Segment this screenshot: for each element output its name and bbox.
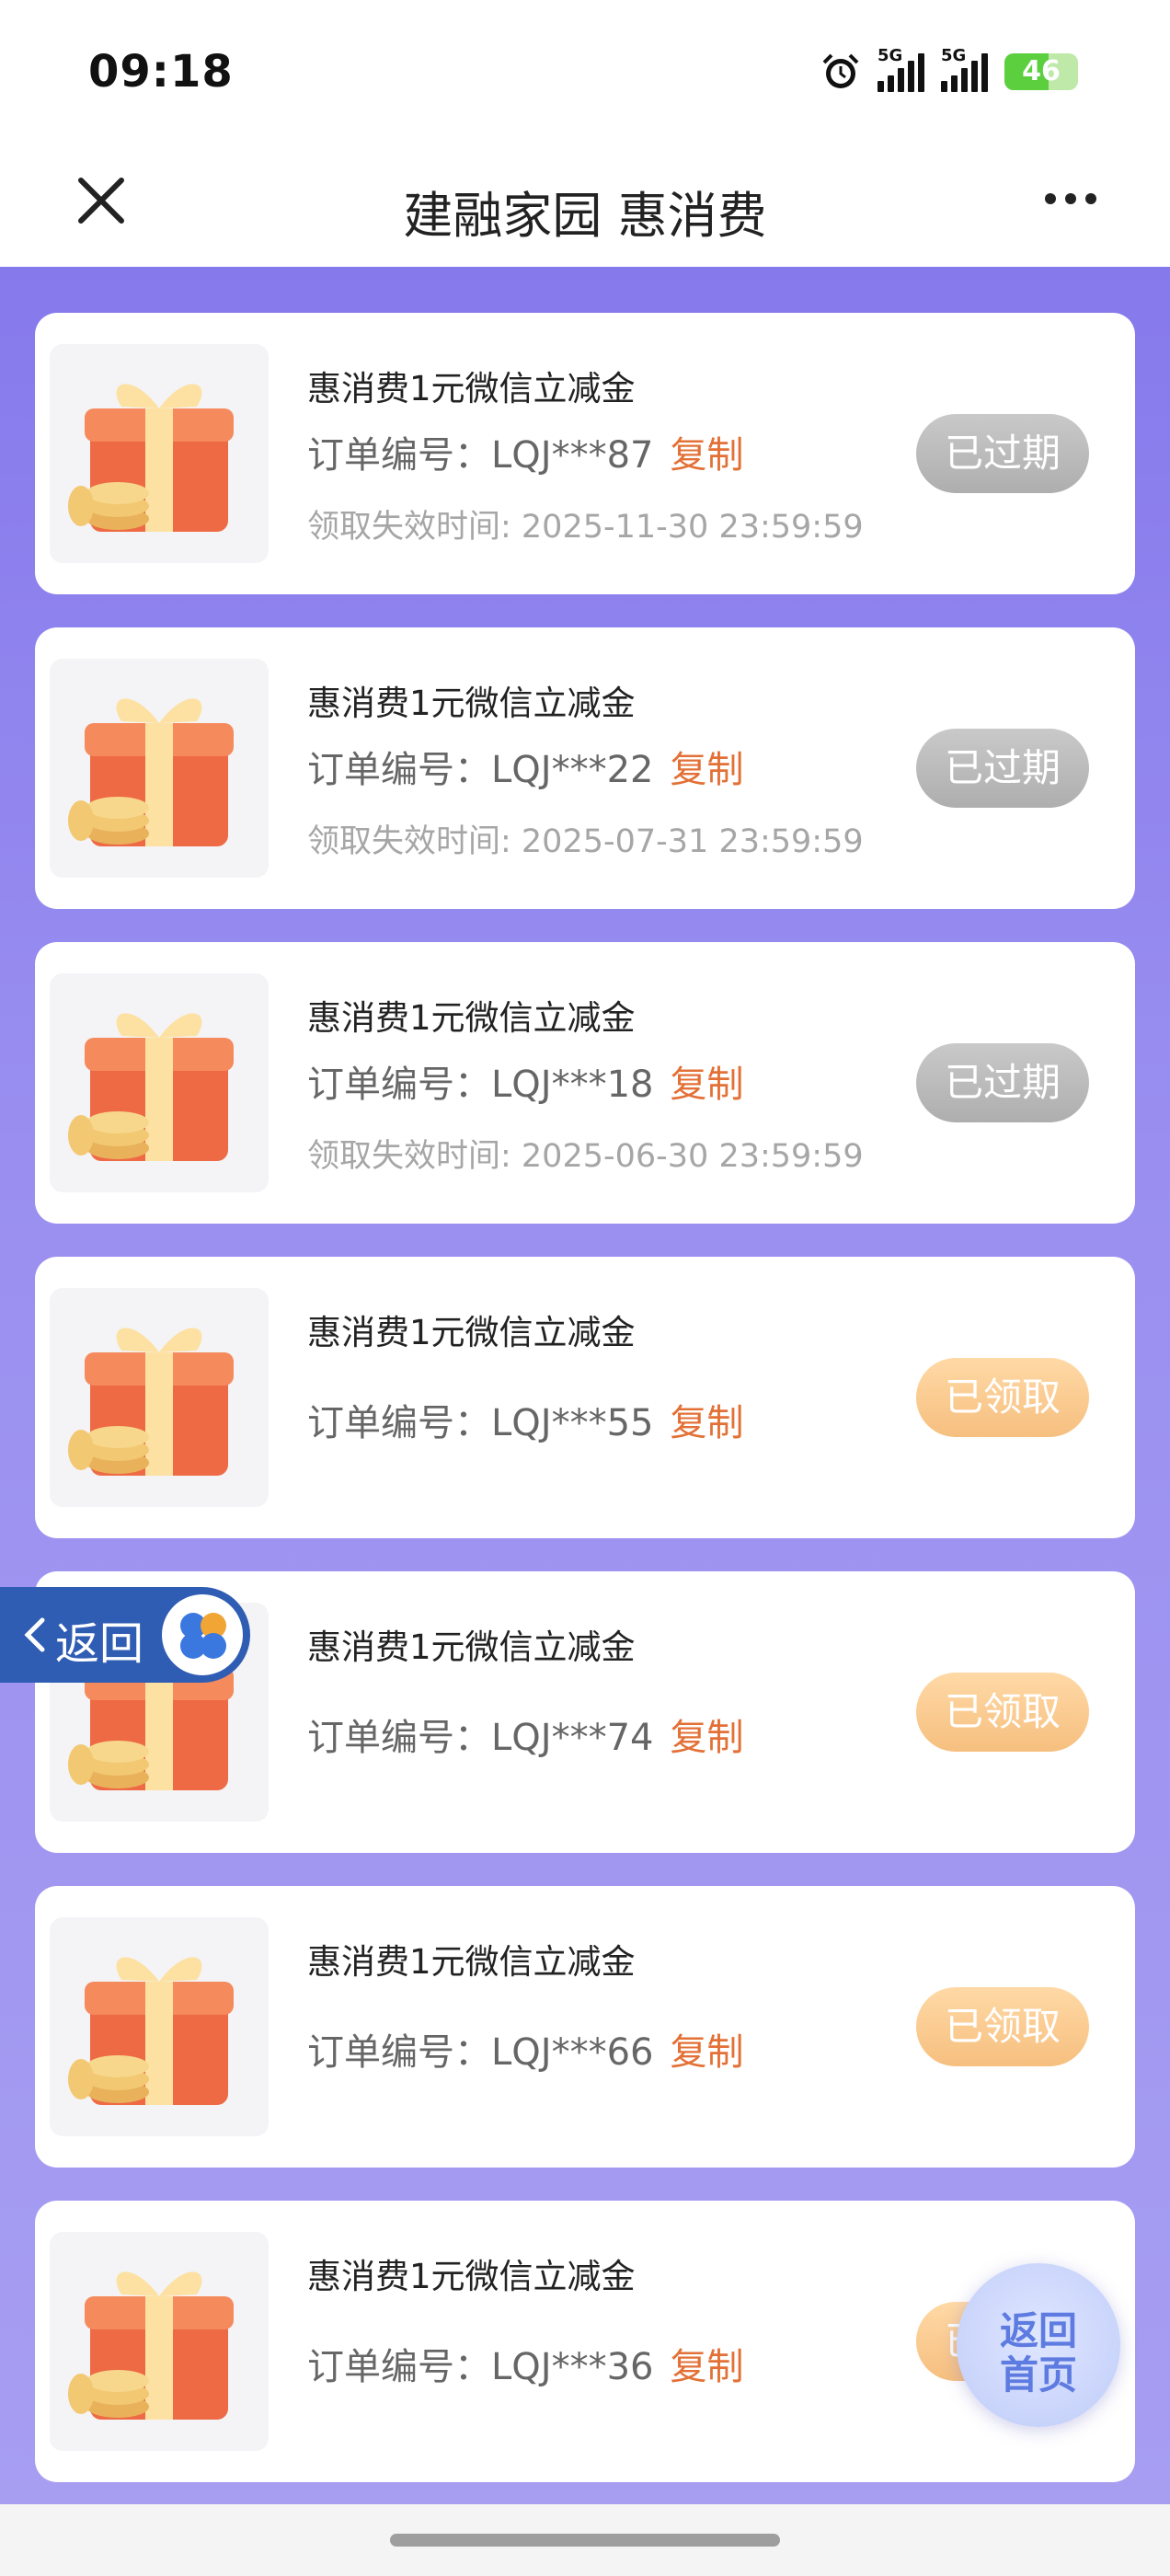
copy-button[interactable]: 复制 <box>670 1717 743 1759</box>
more-icon[interactable] <box>1045 193 1096 204</box>
order-number: 订单编号：LQJ***18 复制 <box>307 1054 743 1108</box>
status-button[interactable]: 已领取 <box>916 1673 1089 1752</box>
status-button[interactable]: 已过期 <box>916 1043 1089 1122</box>
order-label: 订单编号： <box>307 1402 491 1444</box>
voucher-title: 惠消费1元微信立减金 <box>307 2257 636 2296</box>
voucher-title: 惠消费1元微信立减金 <box>307 369 636 408</box>
network-label: 5G <box>878 46 903 65</box>
order-label: 订单编号： <box>307 1717 491 1759</box>
page-title: 建融家园 惠消费 <box>403 187 767 245</box>
voucher-title: 惠消费1元微信立减金 <box>307 684 636 723</box>
order-number: 订单编号：LQJ***55 复制 <box>307 1393 743 1446</box>
copy-button[interactable]: 复制 <box>670 1402 743 1444</box>
voucher-card: 惠消费1元微信立减金 订单编号：LQJ***87 复制 领取失效时间: 2025-… <box>35 313 1135 594</box>
signal-icon: 5G <box>878 46 924 92</box>
voucher-list: 惠消费1元微信立减金 订单编号：LQJ***87 复制 领取失效时间: 2025-… <box>0 267 1170 2504</box>
copy-button[interactable]: 复制 <box>670 1064 743 1106</box>
copy-button[interactable]: 复制 <box>670 749 743 791</box>
expiry-time: 领取失效时间: 2025-06-30 23:59:59 <box>307 1138 864 1175</box>
gift-box-icon <box>50 2232 269 2451</box>
status-icons: 5G 5G 46 <box>820 46 1078 92</box>
voucher-title: 惠消费1元微信立减金 <box>307 1942 636 1982</box>
status-button[interactable]: 已领取 <box>916 1358 1089 1437</box>
copy-button[interactable]: 复制 <box>670 2346 743 2388</box>
voucher-title: 惠消费1元微信立减金 <box>307 998 636 1038</box>
status-button[interactable]: 已领取 <box>916 1987 1089 2066</box>
gift-box-icon <box>50 344 269 563</box>
back-label: 返回 <box>55 1618 144 1670</box>
voucher-card: 惠消费1元微信立减金 订单编号：LQJ***18 复制 领取失效时间: 2025-… <box>35 942 1135 1224</box>
home-indicator[interactable] <box>390 2534 780 2547</box>
battery-level: 46 <box>1022 55 1061 87</box>
voucher-card: 惠消费1元微信立减金 订单编号：LQJ***22 复制 领取失效时间: 2025-… <box>35 627 1135 909</box>
voucher-title: 惠消费1元微信立减金 <box>307 1313 636 1352</box>
home-button-line2: 首页 <box>999 2352 1077 2398</box>
app-logo-icon <box>162 1594 243 1675</box>
signal-icon: 5G <box>941 46 988 92</box>
order-value: LQJ***74 <box>491 1717 654 1759</box>
order-number: 订单编号：LQJ***66 复制 <box>307 2022 743 2076</box>
expiry-time: 领取失效时间: 2025-11-30 23:59:59 <box>307 509 864 546</box>
copy-button[interactable]: 复制 <box>670 2031 743 2074</box>
order-value: LQJ***87 <box>491 434 654 477</box>
alarm-icon <box>822 53 859 88</box>
order-number: 订单编号：LQJ***22 复制 <box>307 740 743 793</box>
copy-button[interactable]: 复制 <box>670 434 743 477</box>
chevron-left-icon <box>24 1617 45 1652</box>
order-value: LQJ***18 <box>491 1064 654 1106</box>
battery-icon: 46 <box>1004 53 1078 90</box>
order-label: 订单编号： <box>307 2031 491 2074</box>
status-button[interactable]: 已过期 <box>916 729 1089 808</box>
order-label: 订单编号： <box>307 434 491 477</box>
gift-box-icon <box>50 973 269 1192</box>
order-label: 订单编号： <box>307 749 491 791</box>
network-label: 5G <box>941 46 967 65</box>
page-header: 建融家园 惠消费 <box>0 147 1170 267</box>
gift-box-icon <box>50 1917 269 2136</box>
order-value: LQJ***66 <box>491 2031 654 2074</box>
floating-back-button[interactable]: 返回 <box>0 1587 250 1683</box>
status-button[interactable]: 已过期 <box>916 414 1089 493</box>
order-label: 订单编号： <box>307 1064 491 1106</box>
voucher-card: 惠消费1元微信立减金 订单编号：LQJ***66 复制 已领取 <box>35 1886 1135 2168</box>
order-value: LQJ***36 <box>491 2346 654 2388</box>
home-button[interactable]: 返回 首页 <box>957 2263 1120 2427</box>
order-number: 订单编号：LQJ***74 复制 <box>307 1708 743 1761</box>
gift-box-icon <box>50 659 269 878</box>
status-time: 09:18 <box>88 46 234 98</box>
gift-box-icon <box>50 1288 269 1507</box>
order-number: 订单编号：LQJ***36 复制 <box>307 2337 743 2390</box>
expiry-time: 领取失效时间: 2025-07-31 23:59:59 <box>307 823 864 860</box>
order-number: 订单编号：LQJ***87 复制 <box>307 425 743 478</box>
status-bar: 09:18 5G 5G 46 <box>0 0 1170 147</box>
voucher-title: 惠消费1元微信立减金 <box>307 1627 636 1667</box>
order-value: LQJ***55 <box>491 1402 654 1444</box>
gesture-bar <box>0 2504 1170 2576</box>
voucher-card: 惠消费1元微信立减金 订单编号：LQJ***55 复制 已领取 <box>35 1257 1135 1538</box>
order-value: LQJ***22 <box>491 749 654 791</box>
order-label: 订单编号： <box>307 2346 491 2388</box>
